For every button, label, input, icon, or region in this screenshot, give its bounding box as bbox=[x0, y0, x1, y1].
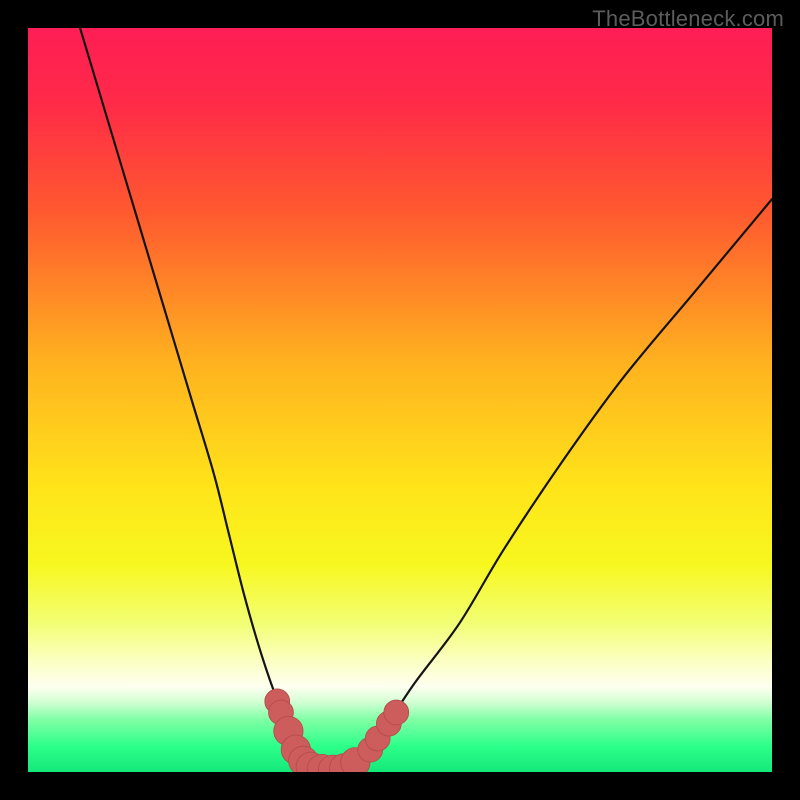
chart-marker bbox=[384, 700, 409, 725]
frame-background: TheBottleneck.com bbox=[0, 0, 800, 800]
watermark-label: TheBottleneck.com bbox=[592, 6, 784, 32]
chart-svg bbox=[28, 28, 772, 772]
chart-plot-area bbox=[28, 28, 772, 772]
chart-background-gradient bbox=[28, 28, 772, 772]
